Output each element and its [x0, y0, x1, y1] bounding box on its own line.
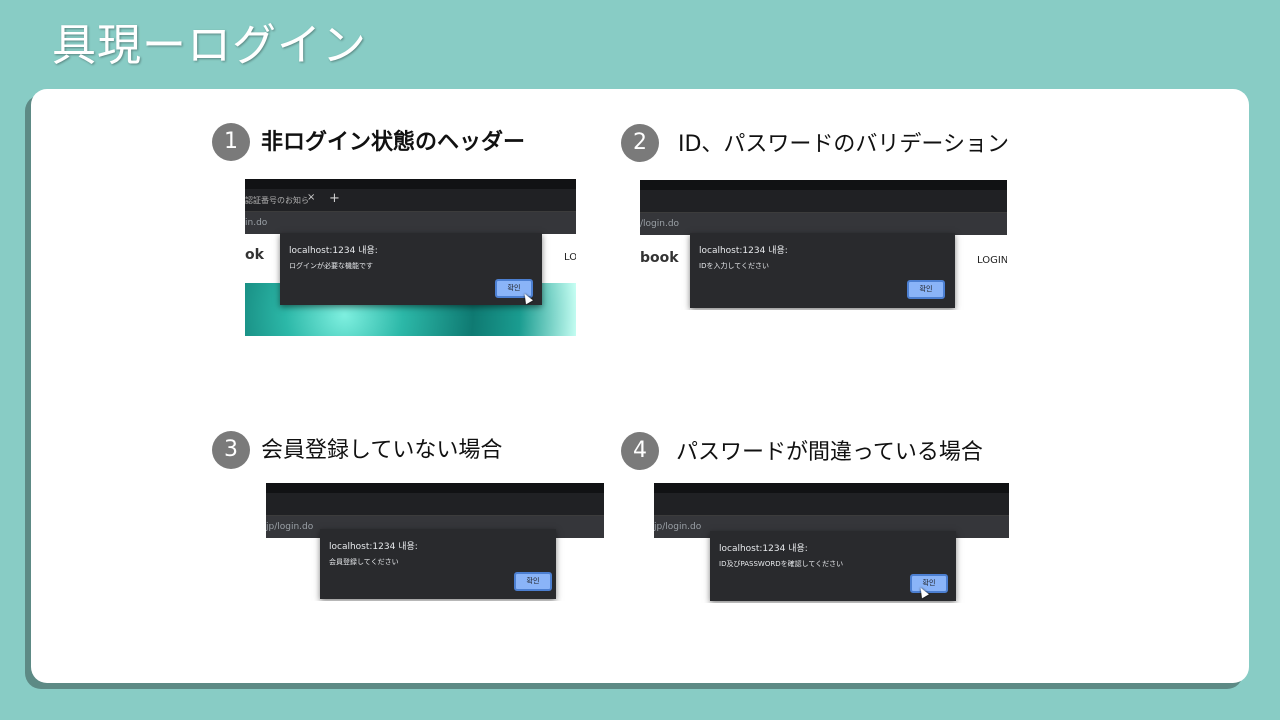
- step-2-badge: 2: [621, 124, 659, 162]
- dialog-title: localhost:1234 내용:: [719, 544, 808, 554]
- browser-tabstrip: 認証番号のお知ら × +: [245, 189, 576, 211]
- alert-dialog: localhost:1234 내용: ID及びPASSWORDを確認してください…: [710, 531, 956, 601]
- step-1-badge: 1: [212, 123, 250, 161]
- tab-close-icon[interactable]: ×: [307, 192, 315, 203]
- address-bar[interactable]: in.do: [245, 211, 576, 234]
- dialog-message: 会員登録してください: [329, 558, 399, 566]
- dialog-confirm-button[interactable]: 확인: [910, 574, 948, 593]
- url-text: jp/login.do: [266, 522, 314, 532]
- alert-dialog: localhost:1234 내용: IDを入力してください 확인: [690, 233, 955, 308]
- browser-topbar: [640, 180, 1007, 190]
- browser-tabstrip: [654, 493, 1009, 515]
- step-2-screenshot: /login.do book LOGIN localhost:1234 내용: …: [640, 180, 1007, 310]
- site-logo: ok: [245, 247, 264, 263]
- step-4-screenshot: jp/login.do localhost:1234 내용: ID及びPASSW…: [654, 483, 1009, 603]
- login-link[interactable]: LOGIN: [977, 255, 1007, 266]
- alert-dialog: localhost:1234 내용: ログインが必要な機能です 확인: [280, 233, 542, 305]
- step-4-title: パスワードが間違っている場合: [676, 440, 983, 465]
- content-card: 1 非ログイン状態のヘッダー 認証番号のお知ら × + in.do ok LO …: [31, 89, 1249, 683]
- site-logo: book: [640, 250, 679, 266]
- step-3-title: 会員登録していない場合: [261, 438, 503, 463]
- step-4-badge: 4: [621, 432, 659, 470]
- slide-title: 具現ーログイン: [52, 20, 367, 71]
- dialog-message: IDを入力してください: [699, 262, 770, 270]
- url-text: /login.do: [640, 219, 680, 229]
- step-1-title: 非ログイン状態のヘッダー: [261, 130, 526, 155]
- step-3-screenshot: jp/login.do localhost:1234 내용: 会員登録してくださ…: [266, 483, 604, 601]
- browser-tabstrip: [640, 190, 1007, 212]
- login-link[interactable]: LO: [564, 252, 576, 263]
- alert-dialog: localhost:1234 내용: 会員登録してください 확인: [320, 529, 556, 599]
- url-text: in.do: [245, 218, 268, 228]
- step-3-badge: 3: [212, 431, 250, 469]
- tab-title: 認証番号のお知ら: [245, 196, 309, 205]
- dialog-message: ログインが必要な機能です: [289, 262, 373, 270]
- browser-topbar: [245, 179, 576, 189]
- browser-topbar: [654, 483, 1009, 493]
- dialog-confirm-button[interactable]: 확인: [514, 572, 552, 591]
- dialog-confirm-button[interactable]: 확인: [907, 280, 945, 299]
- browser-topbar: [266, 483, 604, 493]
- step-1-screenshot: 認証番号のお知ら × + in.do ok LO localhost:1234 …: [245, 179, 576, 336]
- dialog-title: localhost:1234 내용:: [289, 246, 378, 256]
- url-text: jp/login.do: [654, 522, 702, 532]
- dialog-title: localhost:1234 내용:: [699, 246, 788, 256]
- address-bar[interactable]: /login.do: [640, 212, 1007, 235]
- new-tab-icon[interactable]: +: [329, 191, 340, 206]
- dialog-title: localhost:1234 내용:: [329, 542, 418, 552]
- browser-tabstrip: [266, 493, 604, 515]
- step-2-title: ID、パスワードのバリデーション: [678, 132, 1009, 157]
- dialog-message: ID及びPASSWORDを確認してください: [719, 560, 844, 568]
